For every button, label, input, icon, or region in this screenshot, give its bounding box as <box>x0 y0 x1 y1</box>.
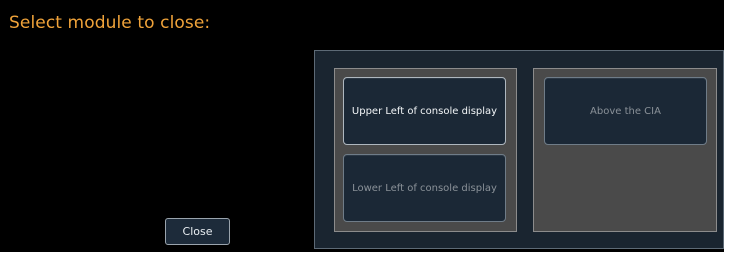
module-selector-frame: Upper Left of console display Lower Left… <box>314 50 724 249</box>
dialog-title: Select module to close: <box>9 13 211 33</box>
left-display-group: Upper Left of console display Lower Left… <box>334 68 517 232</box>
upper-left-module-button[interactable]: Upper Left of console display <box>343 77 506 145</box>
right-display-group: Above the CIA <box>533 68 717 232</box>
close-button[interactable]: Close <box>165 218 230 245</box>
close-module-dialog: Select module to close: Close Upper Left… <box>0 0 724 252</box>
lower-left-module-button[interactable]: Lower Left of console display <box>343 154 506 222</box>
above-cia-module-button[interactable]: Above the CIA <box>544 77 707 145</box>
